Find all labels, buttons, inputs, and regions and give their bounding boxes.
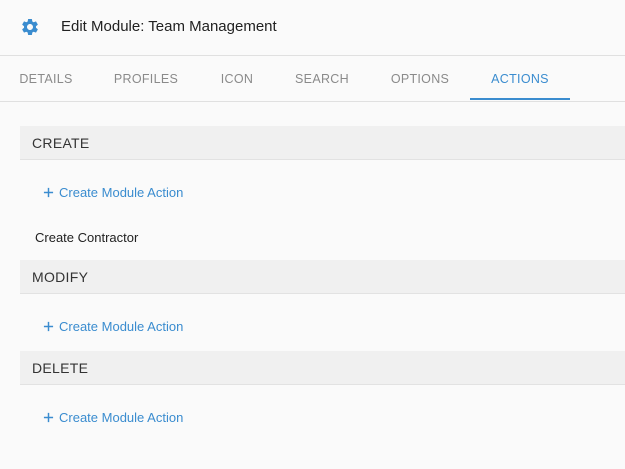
module-header: Edit Module: Team Management [0,0,625,56]
gear-icon[interactable] [20,17,40,37]
create-module-action-label: Create Module Action [59,410,184,425]
tab-icon[interactable]: ICON [196,56,278,101]
create-module-action-label: Create Module Action [59,319,184,334]
tab-details[interactable]: DETAILS [0,56,92,101]
list-item[interactable]: Create Contractor [35,230,138,245]
plus-icon [42,412,54,424]
tab-actions[interactable]: ACTIONS [470,56,570,101]
create-module-action-button[interactable]: Create Module Action [42,319,183,334]
create-module-action-button[interactable]: Create Module Action [42,410,183,425]
active-tab-indicator [470,98,570,100]
section-header-delete: DELETE [20,351,625,385]
create-module-action-label: Create Module Action [59,185,184,200]
section-header-modify: MODIFY [20,260,625,294]
page-title: Edit Module: Team Management [61,18,277,35]
section-header-create: CREATE [20,126,625,160]
tab-options[interactable]: OPTIONS [372,56,468,101]
plus-icon [42,187,54,199]
tab-profiles[interactable]: PROFILES [100,56,192,101]
create-module-action-button[interactable]: Create Module Action [42,185,183,200]
tab-bar: DETAILS PROFILES ICON SEARCH OPTIONS ACT… [0,56,625,102]
tab-search[interactable]: SEARCH [278,56,366,101]
plus-icon [42,321,54,333]
